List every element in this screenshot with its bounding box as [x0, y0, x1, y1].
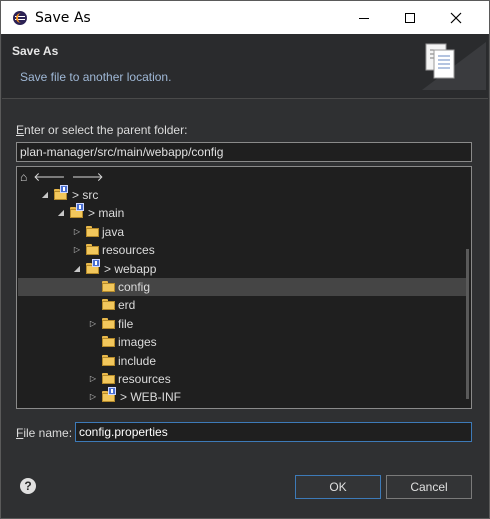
- tree-row[interactable]: ▷ file: [18, 315, 466, 333]
- folder-icon: [102, 354, 116, 367]
- close-button[interactable]: [433, 1, 479, 34]
- folder-icon: [102, 317, 116, 330]
- parent-folder-input[interactable]: plan-manager/src/main/webapp/config: [16, 142, 472, 162]
- folder-icon: [102, 387, 116, 403]
- ok-button[interactable]: OK: [295, 475, 381, 499]
- tree-row-label: > WEB-INF: [120, 390, 182, 405]
- collapsed-arrow-icon[interactable]: ▷: [72, 245, 82, 255]
- tree-scrollbar[interactable]: [466, 249, 469, 399]
- folder-icon: [70, 203, 84, 219]
- header-separator: [2, 98, 488, 99]
- minimize-icon: [359, 18, 369, 19]
- tree-row-label: erd: [118, 298, 136, 313]
- expanded-arrow-icon[interactable]: ◢: [72, 264, 82, 274]
- folder-icon: [86, 225, 100, 238]
- save-as-dialog: Save As Save As Save file to another loc…: [0, 0, 490, 519]
- tree-row-label: file: [118, 316, 134, 331]
- tree-row-label: java: [102, 224, 125, 239]
- tree-row[interactable]: ▷ java: [18, 223, 466, 241]
- forward-arrow-icon[interactable]: 🡒: [71, 171, 103, 183]
- tree-row[interactable]: include: [18, 352, 466, 370]
- tree-row[interactable]: ◢ > main: [18, 203, 466, 222]
- collapsed-arrow-icon[interactable]: ▷: [88, 319, 98, 329]
- expanded-arrow-icon[interactable]: ◢: [40, 190, 50, 200]
- folder-icon: [86, 244, 100, 256]
- tree-toolbar: ⌂ 🡐 🡒: [20, 170, 104, 184]
- tree-row-label: > src: [72, 188, 99, 202]
- folder-icon: [102, 299, 116, 311]
- tree-row-label: include: [118, 353, 157, 368]
- tree-row[interactable]: config: [18, 278, 466, 296]
- folder-tree[interactable]: ⌂ 🡐 🡒 ◢ > src ◢ > main ▷ java ▷ resources ◢ > web…: [16, 166, 472, 409]
- tree-row[interactable]: images: [18, 333, 466, 351]
- tree-row-label: config: [118, 280, 151, 294]
- home-icon[interactable]: ⌂: [20, 171, 27, 183]
- maximize-icon: [405, 12, 415, 23]
- file-name-input[interactable]: config.properties: [75, 422, 472, 442]
- cancel-button[interactable]: Cancel: [386, 475, 472, 499]
- header-title: Save As: [12, 44, 59, 58]
- tree-row[interactable]: ◢ > webapp: [18, 258, 466, 278]
- dialog-header: Save As Save file to another location.: [2, 34, 488, 98]
- help-icon[interactable]: ?: [20, 478, 36, 494]
- tree-row-label: > webapp: [104, 261, 157, 276]
- tree-row-label: images: [118, 335, 157, 350]
- parent-folder-label: Enter or select the parent folder:: [16, 123, 188, 137]
- close-icon: [450, 12, 462, 23]
- tree-row[interactable]: ◢ > src: [18, 185, 466, 204]
- minimize-button[interactable]: [341, 1, 387, 34]
- folder-icon: [102, 281, 116, 293]
- tree-row[interactable]: ▷ > WEB-INF: [18, 387, 466, 406]
- tree-row[interactable]: ▷ resources: [18, 370, 466, 388]
- collapsed-arrow-icon[interactable]: ▷: [72, 227, 82, 237]
- tree-row[interactable]: erd: [18, 296, 466, 314]
- window-title: Save As: [35, 10, 91, 26]
- collapsed-arrow-icon[interactable]: ▷: [88, 392, 98, 402]
- maximize-button[interactable]: [387, 1, 433, 34]
- header-description: Save file to another location.: [20, 70, 172, 84]
- folder-icon: [102, 336, 116, 348]
- tree-row[interactable]: ▷ resources: [18, 241, 466, 259]
- tree-row-label: resources: [102, 243, 155, 258]
- tree-row-label: resources: [118, 372, 171, 386]
- file-name-label: File name:: [16, 426, 73, 440]
- save-as-banner-icon: [422, 42, 486, 90]
- expanded-arrow-icon[interactable]: ◢: [56, 208, 66, 218]
- collapsed-arrow-icon[interactable]: ▷: [88, 374, 98, 384]
- eclipse-app-icon: [13, 11, 27, 25]
- back-arrow-icon[interactable]: 🡐: [33, 171, 65, 183]
- folder-icon: [54, 185, 68, 201]
- folder-icon: [86, 258, 100, 275]
- folder-icon: [102, 373, 116, 385]
- title-bar: Save As: [1, 1, 489, 34]
- tree-row-label: > main: [88, 206, 125, 221]
